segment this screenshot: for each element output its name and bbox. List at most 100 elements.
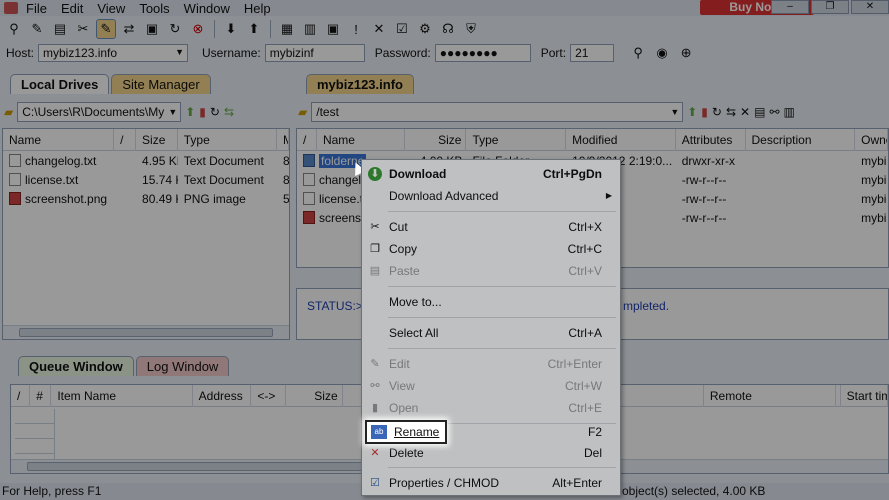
close-window-button[interactable]: ✕ xyxy=(851,0,889,14)
tab-log-window[interactable]: Log Window xyxy=(135,356,230,376)
binary-icon[interactable]: ▣ xyxy=(142,19,162,39)
menu-item-download-advanced[interactable]: Download Advanced ▶ xyxy=(362,185,620,207)
menu-item-cut[interactable]: ✂ Cut Ctrl+X xyxy=(362,216,620,238)
transfer-mode-icon[interactable]: ⇄ xyxy=(119,19,139,39)
queue-icon[interactable]: ▦ xyxy=(277,19,297,39)
text-file-icon xyxy=(303,172,315,186)
details-icon[interactable]: ▥ xyxy=(784,105,795,119)
col-start-time[interactable]: Start tim xyxy=(841,385,888,407)
chevron-down-icon[interactable]: ▼ xyxy=(168,103,177,121)
remote-path-input[interactable]: /test ▼ xyxy=(311,102,684,122)
col-direction[interactable]: <-> xyxy=(251,385,286,407)
disconnect-icon[interactable]: ✂ xyxy=(73,19,93,39)
log-icon[interactable]: ▥ xyxy=(300,19,320,39)
col-description[interactable]: Description xyxy=(746,129,856,151)
col-type[interactable]: Type xyxy=(466,129,567,151)
col-sort[interactable]: / xyxy=(114,129,137,151)
menu-item-select-all[interactable]: Select All Ctrl+A xyxy=(362,322,620,344)
tab-site-manager[interactable]: Site Manager xyxy=(111,74,211,94)
menu-view[interactable]: View xyxy=(97,1,125,16)
col-sort[interactable]: / xyxy=(11,385,31,407)
menu-file[interactable]: File xyxy=(26,1,47,16)
local-file-list[interactable]: Name / Size Type M changelog.txt 4.95 KB… xyxy=(2,128,290,340)
chevron-down-icon[interactable]: ▼ xyxy=(175,45,184,60)
menu-item-copy[interactable]: ❐ Copy Ctrl+C xyxy=(362,238,620,260)
col-address[interactable]: Address xyxy=(193,385,252,407)
local-horizontal-scrollbar[interactable] xyxy=(3,325,289,339)
username-input[interactable]: mybizinf xyxy=(264,44,365,62)
passive-mode-icon[interactable]: ✎ xyxy=(96,19,116,39)
stop-remote-icon[interactable]: ✕ xyxy=(740,105,750,119)
support-icon[interactable]: ☊ xyxy=(438,19,458,39)
minimize-button[interactable]: – xyxy=(771,0,809,14)
password-input[interactable]: ●●●●●●●● xyxy=(434,44,531,62)
menu-item-download[interactable]: ⬇ Download Ctrl+PgDn xyxy=(362,163,620,185)
view-mode-icon[interactable]: ▤ xyxy=(754,105,765,119)
col-size[interactable]: Size xyxy=(286,385,343,407)
col-size[interactable]: Size xyxy=(405,129,467,151)
col-modified[interactable]: M xyxy=(277,129,289,151)
delete-tool-icon[interactable]: ✕ xyxy=(369,19,389,39)
menu-tools[interactable]: Tools xyxy=(139,1,169,16)
sync-icon[interactable]: ⇆ xyxy=(726,105,736,119)
delete-local-icon[interactable]: ▮ xyxy=(199,105,206,119)
tab-local-drives[interactable]: Local Drives xyxy=(10,74,110,94)
download-arrow-icon[interactable]: ⬇ xyxy=(221,19,241,39)
properties-tool-icon[interactable]: ☑ xyxy=(392,19,412,39)
col-name[interactable]: Name xyxy=(3,129,115,151)
stop-icon[interactable]: ⊗ xyxy=(188,19,208,39)
table-row[interactable]: license.txt 15.74 KB Text Document 8/ xyxy=(3,170,289,189)
menu-item-delete[interactable]: ✕ Delete Del xyxy=(362,442,620,464)
host-input[interactable]: mybiz123.info ▼ xyxy=(38,44,189,62)
col-size[interactable]: Size xyxy=(136,129,178,151)
menu-item-properties[interactable]: ☑ Properties / CHMOD Alt+Enter xyxy=(362,472,620,494)
delete-remote-icon[interactable]: ▮ xyxy=(701,105,708,119)
tab-queue-window[interactable]: Queue Window xyxy=(18,356,134,376)
quick-connect-icon[interactable]: ✎ xyxy=(27,19,47,39)
left-path-input[interactable]: C:\Users\R\Documents\My ▼ xyxy=(17,102,182,122)
col-attributes[interactable]: Attributes xyxy=(676,129,746,151)
col-modified[interactable]: Modified xyxy=(566,129,676,151)
col-index[interactable]: # xyxy=(30,385,52,407)
menu-separator xyxy=(388,286,616,287)
col-name[interactable]: Name xyxy=(317,129,405,151)
up-folder-icon[interactable]: ⬆ xyxy=(185,105,195,119)
refresh-remote-icon[interactable]: ↻ xyxy=(712,105,722,119)
refresh-local-icon[interactable]: ↻ xyxy=(210,105,220,119)
col-item-name[interactable]: Item Name xyxy=(51,385,193,407)
col-owner[interactable]: Owne xyxy=(855,129,888,151)
table-row[interactable]: changelog.txt 4.95 KB Text Document 8 xyxy=(3,151,289,170)
shield-icon[interactable]: ⛨ xyxy=(461,19,481,39)
options-icon[interactable]: ⚙ xyxy=(415,19,435,39)
folder-new-icon[interactable]: ▣ xyxy=(323,19,343,39)
chevron-down-icon[interactable]: ▼ xyxy=(670,103,679,121)
col-type[interactable]: Type xyxy=(178,129,278,151)
up-folder-icon[interactable]: ⬆ xyxy=(687,105,697,119)
binoculars-icon[interactable]: ⚯ xyxy=(769,105,779,119)
upload-arrow-icon[interactable]: ⬆ xyxy=(244,19,264,39)
sync-browse-icon[interactable]: ⇆ xyxy=(224,105,234,119)
col-remote[interactable]: Remote xyxy=(704,385,836,407)
restore-button[interactable]: ❐ xyxy=(811,0,849,14)
menu-item-open[interactable]: ▮ Open Ctrl+E xyxy=(362,397,620,419)
tab-remote-site[interactable]: mybiz123.info xyxy=(306,74,414,94)
connect-plug-icon[interactable]: ⚲ xyxy=(628,43,648,63)
col-sort[interactable]: / xyxy=(297,129,317,151)
new-site-icon[interactable]: ▤ xyxy=(50,19,70,39)
menu-item-move-to[interactable]: Move to... xyxy=(362,291,620,313)
rename-highlight[interactable]: ab Rename xyxy=(365,420,447,444)
table-row[interactable]: screenshot.png 80.49 KB PNG image 5/ xyxy=(3,189,289,208)
menu-item-paste[interactable]: ▤ Paste Ctrl+V xyxy=(362,260,620,282)
connect-icon[interactable]: ⚲ xyxy=(4,19,24,39)
globe-icon[interactable]: ◉ xyxy=(652,43,672,63)
add-site-icon[interactable]: ⊕ xyxy=(676,43,696,63)
scrollbar-thumb[interactable] xyxy=(19,328,273,337)
info-icon[interactable]: ! xyxy=(346,19,366,39)
port-input[interactable]: 21 xyxy=(570,44,615,62)
menu-item-edit[interactable]: ✎ Edit Ctrl+Enter xyxy=(362,353,620,375)
menu-item-view[interactable]: ⚯ View Ctrl+W xyxy=(362,375,620,397)
menu-help[interactable]: Help xyxy=(244,1,271,16)
menu-edit[interactable]: Edit xyxy=(61,1,83,16)
refresh-icon[interactable]: ↻ xyxy=(165,19,185,39)
menu-window[interactable]: Window xyxy=(184,1,230,16)
